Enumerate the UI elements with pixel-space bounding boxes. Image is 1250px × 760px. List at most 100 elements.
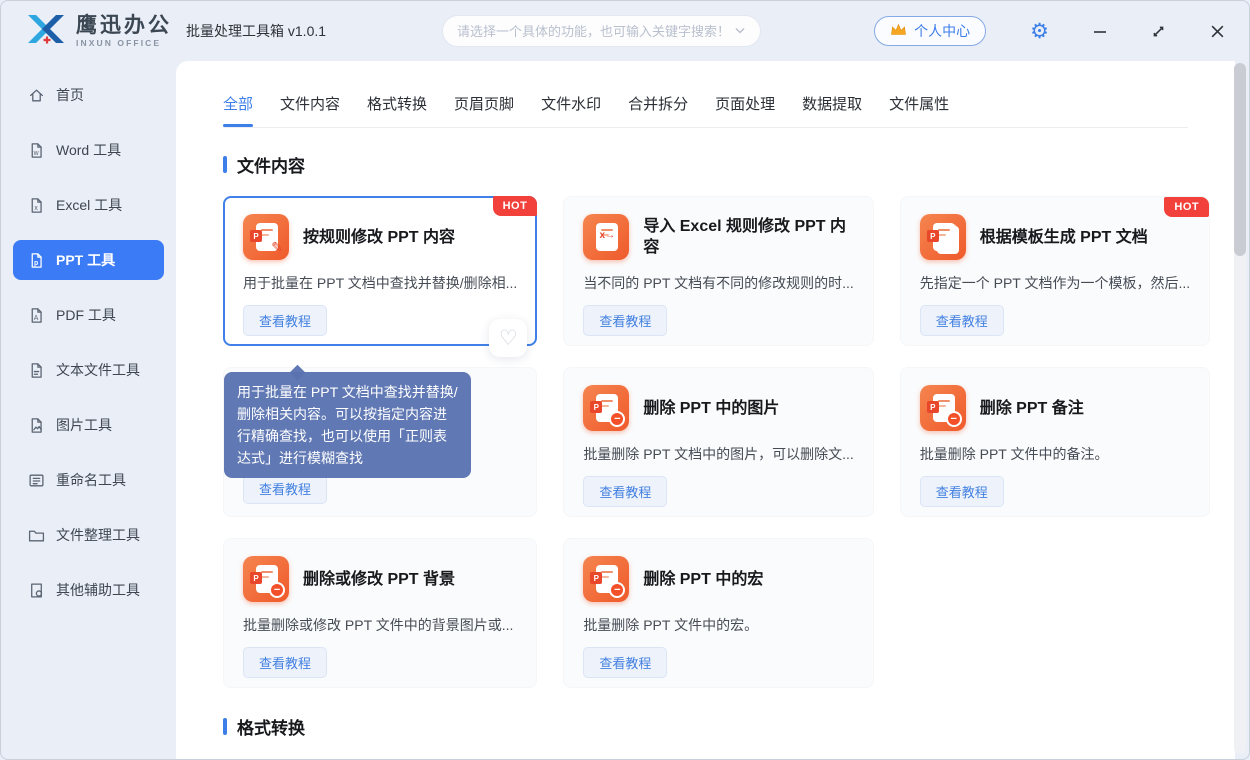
scrollbar-track[interactable]	[1234, 63, 1246, 754]
view-tutorial-button[interactable]: 查看教程	[583, 476, 667, 507]
settings-gear-icon[interactable]: ⚙	[1030, 21, 1049, 42]
tool-card[interactable]: P− 删除或修改 PPT 背景批量删除或修改 PPT 文件中的背景图片或... 查看…	[223, 538, 537, 688]
card-description: 批量删除或修改 PPT 文件中的背景图片或...	[243, 615, 517, 635]
sidebar-item-pdf-doc[interactable]: A PDF 工具	[13, 295, 164, 335]
tooltip-text: 用于批量在 PPT 文档中查找并替换/删除相关内容。可以按指定内容进行精确查找，…	[237, 384, 458, 466]
card-title: 按规则修改 PPT 内容	[303, 227, 455, 248]
sidebar-item-misc-tools[interactable]: 其他辅助工具	[13, 570, 164, 610]
sidebar-item-rename[interactable]: 重命名工具	[13, 460, 164, 500]
card-description: 批量删除 PPT 文件中的备注。	[920, 444, 1190, 464]
close-button[interactable]	[1210, 24, 1225, 39]
sidebar-item-label: Excel 工具	[56, 195, 122, 215]
crown-icon	[890, 23, 907, 40]
sidebar-item-label: Word 工具	[56, 140, 121, 160]
view-tutorial-button[interactable]: 查看教程	[920, 476, 1004, 507]
tab-3[interactable]: 页眉页脚	[454, 93, 514, 127]
tool-card[interactable]: HOTP✎按规则修改 PPT 内容用于批量在 PPT 文档中查找并替换/删除相.…	[223, 196, 537, 346]
home-icon	[28, 87, 45, 104]
tab-6[interactable]: 页面处理	[715, 93, 775, 127]
section-header-file-content: 文件内容	[223, 152, 1188, 177]
ppt-template-icon: P	[920, 214, 966, 260]
tab-8[interactable]: 文件属性	[889, 93, 949, 127]
tool-card[interactable]: 查看教程用于批量在 PPT 文档中查找并替换/删除相关内容。可以按指定内容进行精…	[223, 367, 537, 517]
card-title: 删除 PPT 备注	[980, 398, 1084, 419]
user-center-label: 个人中心	[914, 21, 970, 41]
tab-1[interactable]: 文件内容	[280, 93, 340, 127]
minimize-button[interactable]	[1093, 24, 1107, 38]
hot-badge: HOT	[1164, 197, 1209, 217]
card-description: 先指定一个 PPT 文档作为一个模板，然后...	[920, 273, 1190, 293]
category-tabs: 全部文件内容格式转换页眉页脚文件水印合并拆分页面处理数据提取文件属性	[223, 93, 1188, 128]
app-logo: 鹰迅办公 INXUN OFFICE	[25, 11, 172, 52]
tool-card[interactable]: HOTP根据模板生成 PPT 文档先指定一个 PPT 文档作为一个模板，然后..…	[900, 196, 1210, 346]
maximize-button[interactable]	[1151, 24, 1166, 39]
tab-7[interactable]: 数据提取	[802, 93, 862, 127]
sidebar-item-word-doc[interactable]: w Word 工具	[13, 130, 164, 170]
yingxun-x-logo-icon	[25, 11, 67, 52]
function-search-box[interactable]	[442, 15, 761, 47]
svg-text:p: p	[34, 259, 38, 266]
view-tutorial-button[interactable]: 查看教程	[583, 647, 667, 678]
sidebar-item-label: PDF 工具	[56, 305, 116, 325]
sidebar-item-image-doc[interactable]: 图片工具	[13, 405, 164, 445]
tab-5[interactable]: 合并拆分	[628, 93, 688, 127]
scrollbar-thumb[interactable]	[1234, 63, 1246, 256]
tab-0[interactable]: 全部	[223, 93, 253, 127]
sidebar-item-home[interactable]: 首页	[13, 75, 164, 115]
sidebar-item-label: 首页	[56, 85, 84, 105]
card-description: 批量删除 PPT 文档中的图片，可以删除文...	[583, 444, 853, 464]
card-title: 导入 Excel 规则修改 PPT 内容	[643, 216, 853, 258]
tab-2[interactable]: 格式转换	[367, 93, 427, 127]
search-input[interactable]	[457, 24, 726, 39]
view-tutorial-button[interactable]: 查看教程	[920, 305, 1004, 336]
sidebar-item-label: 文本文件工具	[56, 360, 140, 380]
user-center-button[interactable]: 个人中心	[874, 16, 986, 46]
ppt-macro-delete-icon: P−	[583, 556, 629, 602]
svg-text:A: A	[34, 314, 39, 321]
sidebar-item-text-doc[interactable]: 文本文件工具	[13, 350, 164, 390]
ppt-edit-icon: P✎	[243, 214, 289, 260]
sidebar-item-label: 其他辅助工具	[56, 580, 140, 600]
sidebar-item-label: 重命名工具	[56, 470, 126, 490]
tool-card[interactable]: P−删除 PPT 中的图片批量删除 PPT 文档中的图片，可以删除文...查看教…	[563, 367, 873, 517]
logo-subtitle: INXUN OFFICE	[76, 39, 172, 48]
main-panel: 全部文件内容格式转换页眉页脚文件水印合并拆分页面处理数据提取文件属性 文件内容 …	[176, 61, 1235, 759]
sidebar-item-folder[interactable]: 文件整理工具	[13, 515, 164, 555]
app-window: { "topbar": { "logo": { "title": "鹰迅办公",…	[0, 0, 1250, 760]
folder-icon	[28, 527, 45, 544]
logo-title: 鹰迅办公	[76, 15, 172, 36]
misc-tools-icon	[28, 582, 45, 599]
excel-import-icon: x→	[583, 214, 629, 260]
ppt-doc-icon: p	[28, 252, 45, 269]
tool-description-tooltip: 用于批量在 PPT 文档中查找并替换/删除相关内容。可以按指定内容进行精确查找，…	[224, 372, 471, 478]
sidebar-item-ppt-doc[interactable]: p PPT 工具	[13, 240, 164, 280]
view-tutorial-button[interactable]: 查看教程	[243, 647, 327, 678]
pdf-doc-icon: A	[28, 307, 45, 324]
tab-4[interactable]: 文件水印	[541, 93, 601, 127]
chevron-down-icon	[734, 22, 746, 40]
app-title: 批量处理工具箱 v1.0.1	[186, 21, 326, 41]
section-title: 文件内容	[237, 152, 305, 177]
word-doc-icon: w	[28, 142, 45, 159]
section-header-format-convert: 格式转换	[223, 714, 1188, 739]
svg-text:x: x	[34, 204, 38, 211]
tool-card[interactable]: P−删除 PPT 备注批量删除 PPT 文件中的备注。查看教程	[900, 367, 1210, 517]
sidebar-item-label: 文件整理工具	[56, 525, 140, 545]
sidebar-item-label: PPT 工具	[56, 250, 115, 270]
card-title: 删除 PPT 中的图片	[643, 398, 779, 419]
tool-card[interactable]: x→ 导入 Excel 规则修改 PPT 内容当不同的 PPT 文档有不同的修改规…	[563, 196, 873, 346]
ppt-background-delete-icon: P−	[243, 556, 289, 602]
card-title: 删除或修改 PPT 背景	[303, 569, 455, 590]
sidebar-item-excel-doc[interactable]: x Excel 工具	[13, 185, 164, 225]
card-description: 用于批量在 PPT 文档中查找并替换/删除相...	[243, 273, 517, 293]
view-tutorial-button[interactable]: 查看教程	[583, 305, 667, 336]
card-description: 当不同的 PPT 文档有不同的修改规则的时...	[583, 273, 853, 293]
excel-doc-icon: x	[28, 197, 45, 214]
image-doc-icon	[28, 417, 45, 434]
favorite-button[interactable]: ♡	[489, 319, 527, 357]
view-tutorial-button[interactable]: 查看教程	[243, 305, 327, 336]
tool-card[interactable]: P−删除 PPT 中的宏批量删除 PPT 文件中的宏。查看教程	[563, 538, 873, 688]
section-accent-bar	[223, 718, 227, 735]
section-accent-bar	[223, 156, 227, 173]
sidebar-item-label: 图片工具	[56, 415, 112, 435]
